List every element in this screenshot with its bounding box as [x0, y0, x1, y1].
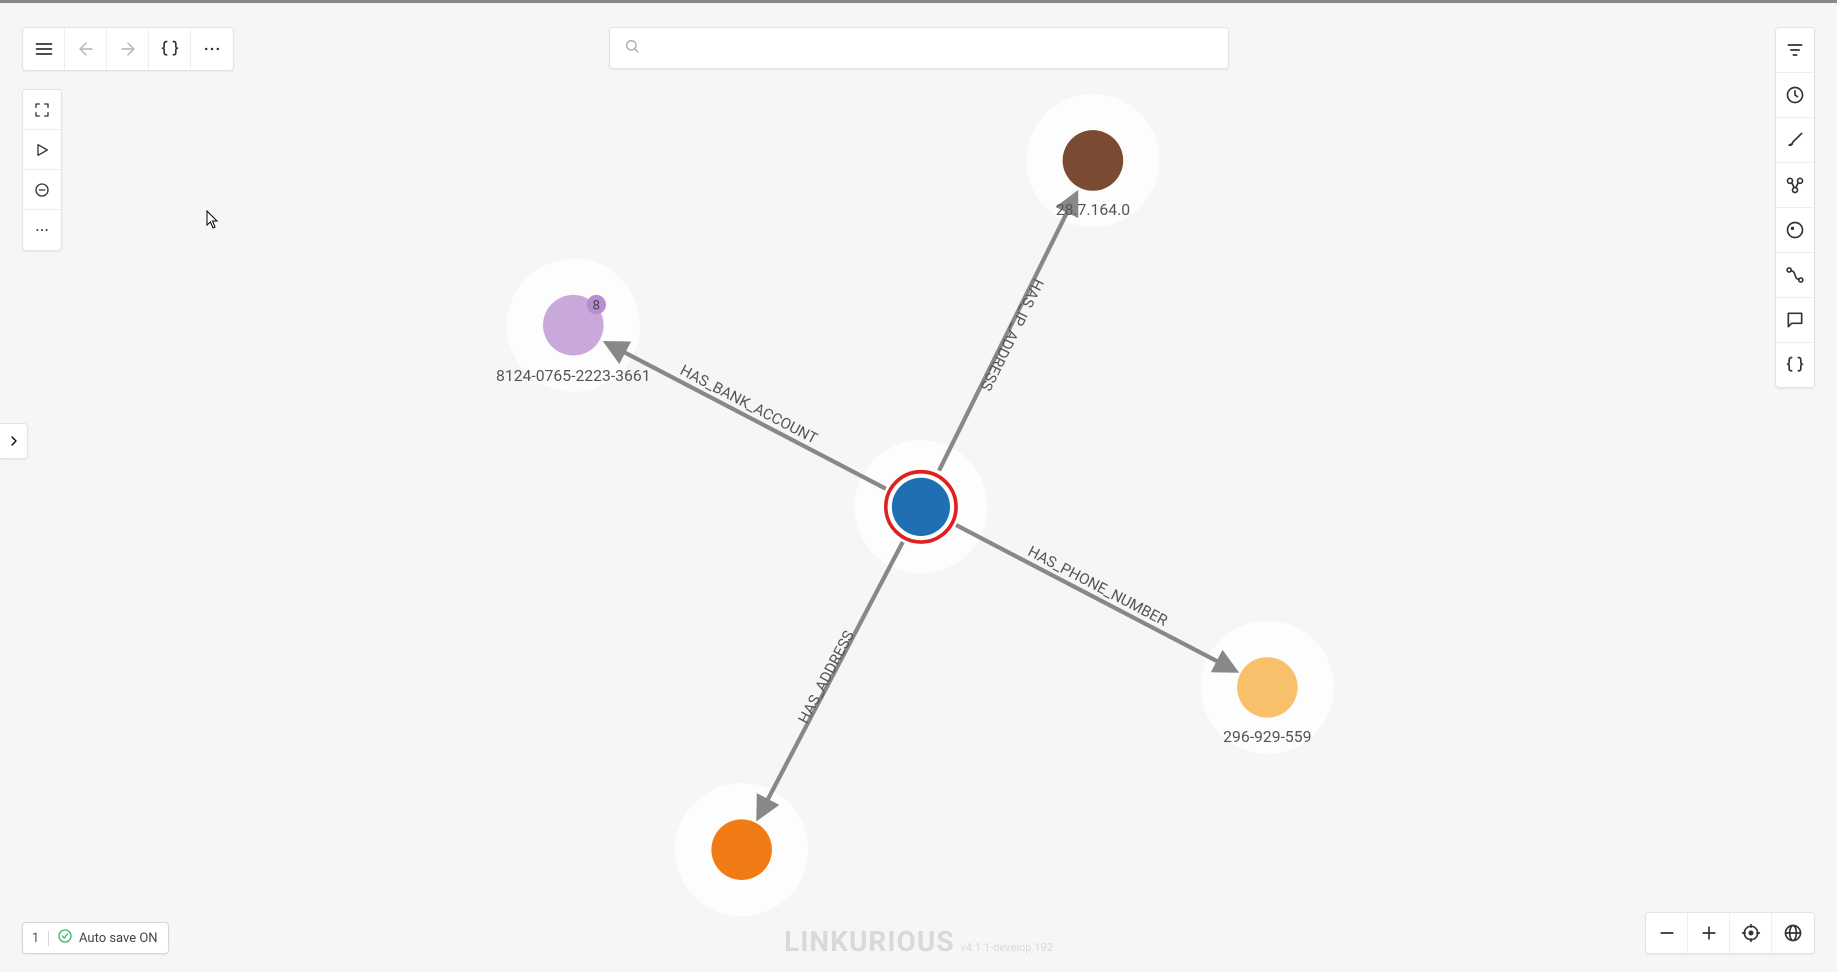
braces-icon: [1785, 355, 1805, 375]
dots-horizontal-icon: [202, 39, 222, 59]
left-tools: [22, 89, 62, 251]
edge-has-ip-address[interactable]: [939, 194, 1076, 470]
back-button[interactable]: [65, 28, 107, 70]
clock-icon: [1785, 85, 1805, 105]
forward-button[interactable]: [107, 28, 149, 70]
search-icon: [624, 38, 640, 58]
plus-icon: [1699, 923, 1719, 943]
watermark-version: v4.1.1-develop.192: [961, 941, 1053, 954]
filter-button[interactable]: [1776, 28, 1814, 72]
minus-circle-icon: [34, 182, 50, 198]
fullscreen-icon: [34, 102, 50, 118]
chat-icon: [1785, 310, 1805, 330]
search-input[interactable]: [650, 40, 1214, 56]
node-bank[interactable]: [543, 295, 604, 356]
node-phone[interactable]: [1237, 657, 1298, 718]
play-icon: [34, 142, 50, 158]
api-button[interactable]: [1776, 343, 1814, 387]
comment-button[interactable]: [1776, 298, 1814, 342]
minus-icon: [1657, 923, 1677, 943]
chevron-right-icon: [6, 433, 22, 449]
orbit-icon: [1785, 220, 1805, 240]
edge-has-address[interactable]: [759, 542, 903, 817]
zoom-controls: [1645, 912, 1815, 954]
zoom-out-button[interactable]: [1646, 912, 1688, 954]
edge-label-bank: HAS_BANK_ACCOUNT: [677, 361, 820, 447]
left-more-button[interactable]: [23, 210, 61, 250]
top-toolbar: [22, 27, 234, 71]
braces-icon: [160, 39, 180, 59]
graph-canvas[interactable]: HAS_IP_ADDRESS HAS_BANK_ACCOUNT HAS_PHON…: [0, 3, 1837, 972]
node-addr[interactable]: [711, 819, 772, 880]
menu-button[interactable]: [23, 28, 65, 70]
center-node[interactable]: [892, 478, 950, 536]
edge-label-addr: HAS_ADDRESS: [795, 628, 858, 727]
layout-button[interactable]: [23, 130, 61, 170]
collapse-button[interactable]: [23, 170, 61, 210]
fullscreen-button[interactable]: [23, 90, 61, 130]
edge-has-bank-account[interactable]: [607, 343, 886, 488]
edge-label-ip: HAS_IP_ADDRESS: [977, 276, 1048, 394]
more-button[interactable]: [191, 28, 233, 70]
sidebar-toggle[interactable]: [0, 423, 28, 459]
grouping-button[interactable]: [1776, 163, 1814, 207]
menu-icon: [34, 39, 54, 59]
query-button[interactable]: [149, 28, 191, 70]
watermark-brand: LINKURIOUS: [784, 925, 954, 958]
node-bank-badge: [587, 295, 606, 314]
autosave-label: Auto save ON: [79, 931, 158, 946]
autosave-count: 1: [23, 931, 49, 946]
node-ip[interactable]: [1063, 130, 1124, 191]
node-phone-label: 296-929-559: [1223, 727, 1311, 746]
path-icon: [1785, 265, 1805, 285]
path-button[interactable]: [1776, 253, 1814, 297]
dots-horizontal-icon: [34, 222, 50, 238]
center-node-ring: [886, 472, 956, 542]
node-bank-label: 8124-0765-2223-3661: [496, 366, 651, 385]
filter-icon: [1785, 40, 1805, 60]
target-icon: [1741, 923, 1761, 943]
watermark: LINKURIOUS v4.1.1-develop.192: [784, 925, 1053, 958]
node-bank-badge-text: 8: [593, 298, 600, 313]
edge-label-phone: HAS_PHONE_NUMBER: [1025, 542, 1171, 630]
node-ip-label: 28.7.164.0: [1056, 200, 1130, 219]
style-button[interactable]: [1776, 118, 1814, 162]
zoom-in-button[interactable]: [1688, 912, 1730, 954]
arrow-right-icon: [118, 39, 138, 59]
geo-button[interactable]: [1776, 208, 1814, 252]
nodes-icon: [1785, 175, 1805, 195]
check-circle-icon: [57, 928, 73, 948]
world-button[interactable]: [1772, 912, 1814, 954]
right-tools: [1775, 27, 1815, 388]
arrow-left-icon: [76, 39, 96, 59]
center-button[interactable]: [1730, 912, 1772, 954]
search-bar: [609, 27, 1229, 69]
cursor-icon: [206, 210, 220, 230]
brush-icon: [1785, 130, 1805, 150]
autosave-status[interactable]: 1 Auto save ON: [22, 922, 169, 954]
edge-has-phone-number[interactable]: [956, 525, 1235, 670]
history-button[interactable]: [1776, 73, 1814, 117]
globe-icon: [1783, 923, 1803, 943]
